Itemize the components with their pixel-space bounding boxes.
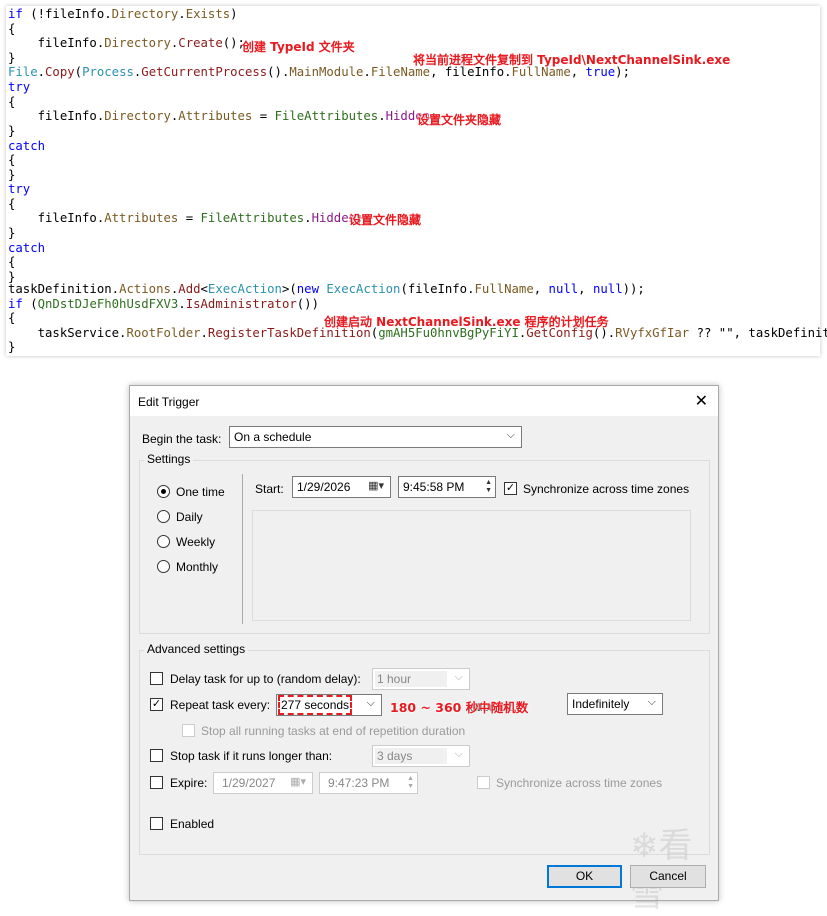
annotation-hide-file: 设置文件隐藏 [349,213,422,227]
stop-all-checkbox[interactable] [182,724,195,737]
stop-all-label: Stop all running tasks at end of repetit… [201,724,466,738]
repeat-select[interactable]: 277 seconds ⌵ [276,694,382,716]
start-label: Start: [255,482,284,496]
close-icon[interactable]: ✕ [695,391,708,411]
expire-sync-checkbox[interactable] [477,776,490,789]
edit-trigger-dialog: Edit Trigger ✕ Begin the task: On a sche… [129,385,719,914]
delay-value: 1 hour [375,671,447,687]
expire-time-spinner[interactable]: 9:47:23 PM ▲ ▼ [319,772,418,794]
expire-sync-label: Synchronize across time zones [496,776,663,790]
duration-select[interactable]: Indefinitely ⌵ [567,693,663,715]
code-line: if (!fileInfo.Directory.Exists) [8,7,238,21]
spinner-icon[interactable]: ▲ ▼ [485,479,492,495]
advanced-label: Advanced settings [144,642,249,656]
repeat-checkbox[interactable]: ✓ [150,698,163,711]
calendar-icon[interactable]: ▦▾ [290,775,306,788]
radio-label: Daily [176,510,203,524]
ok-button[interactable]: OK [547,865,622,888]
code-line: { [8,311,16,325]
annotation-create-task: 创建启动 NextChannelSink.exe 程序的计划任务 [324,315,609,329]
expire-label: Expire: [170,776,208,790]
delay-select[interactable]: 1 hour ⌵ [372,668,470,690]
begin-value: On a schedule [234,430,312,444]
begin-task-select[interactable]: On a schedule ⌵ [229,426,522,448]
chevron-down-icon: ⌵ [506,429,515,441]
code-line: try [8,182,31,196]
spinner-icon: ▲ ▼ [407,775,414,790]
duration-value: Indefinitely [572,697,630,711]
expire-date-picker[interactable]: 1/29/2027 ▦▾ [213,772,313,794]
code-line: } [8,226,16,240]
radio-label: Monthly [176,560,219,574]
stop-long-checkbox[interactable] [150,749,163,762]
radio-weekly[interactable] [157,535,170,548]
stop-long-select[interactable]: 3 days ⌵ [372,745,470,767]
code-line: fileInfo.Attributes = FileAttributes.Hid… [8,211,364,225]
settings-label: Settings [144,452,194,466]
repeat-value: 277 seconds [277,695,353,715]
stop-long-value: 3 days [375,748,447,764]
start-time-spinner[interactable]: 9:45:58 PM ▲ ▼ [398,476,496,498]
code-line: catch [8,139,46,153]
delay-label: Delay task for up to (random delay): [170,672,361,686]
radio-label: One time [176,485,225,499]
calendar-icon[interactable]: ▦▾ [368,479,384,492]
code-line: { [8,22,16,36]
divider [242,474,243,624]
title-bar: Edit Trigger ✕ [130,386,718,416]
expire-time: 9:47:23 PM [328,776,390,790]
delay-checkbox[interactable] [150,672,163,685]
annotation-hide-folder: 设置文件夹隐藏 [417,113,502,127]
radio-monthly[interactable] [157,560,170,573]
annotation-create-folder: 创建 TypeId 文件夹 [242,40,355,54]
schedule-details-panel [252,510,691,621]
radio-daily[interactable] [157,510,170,523]
annotation-copy-file: 将当前进程文件复制到 TypeId\NextChannelSink.exe [413,53,731,67]
radio-one-time[interactable] [157,485,170,498]
code-line: try [8,80,31,94]
repeat-label: Repeat task every: [170,698,271,712]
sync-checkbox[interactable]: ✓ [504,482,517,495]
stop-long-label: Stop task if it runs longer than: [170,749,333,763]
code-line: } [8,51,16,65]
code-line: { [8,153,16,167]
code-line: { [8,95,16,109]
code-line: taskDefinition.Actions.Add<ExecAction>(n… [8,282,645,296]
code-line: } [8,124,16,138]
enabled-label: Enabled [170,817,215,831]
enabled-checkbox[interactable] [150,817,163,830]
code-line: { [8,197,16,211]
begin-label: Begin the task: [142,432,222,446]
cancel-button[interactable]: Cancel [630,865,706,888]
sync-label: Synchronize across time zones [523,482,690,496]
code-line: catch [8,241,46,255]
expire-checkbox[interactable] [150,776,163,789]
code-line: fileInfo.Directory.Attributes = FileAttr… [8,109,438,123]
code-line: fileInfo.Directory.Create(); [8,36,245,50]
radio-label: Weekly [176,535,216,549]
code-line: } [8,168,16,182]
start-date-picker[interactable]: 1/29/2026 ▦▾ [292,476,391,498]
start-time: 9:45:58 PM [403,480,465,494]
code-line: } [8,340,16,354]
code-line: if (QnDstDJeFh0hUsdFXV3.IsAdministrator(… [8,297,319,311]
expire-date: 1/29/2027 [222,776,276,790]
code-line: { [8,255,16,269]
start-date: 1/29/2026 [297,480,351,494]
dialog-title: Edit Trigger [138,395,200,409]
annotation-repeat: 180 ~ 360 秒中随机数 [390,700,529,715]
code-snippet: if (!fileInfo.Directory.Exists){ fileInf… [6,6,827,356]
